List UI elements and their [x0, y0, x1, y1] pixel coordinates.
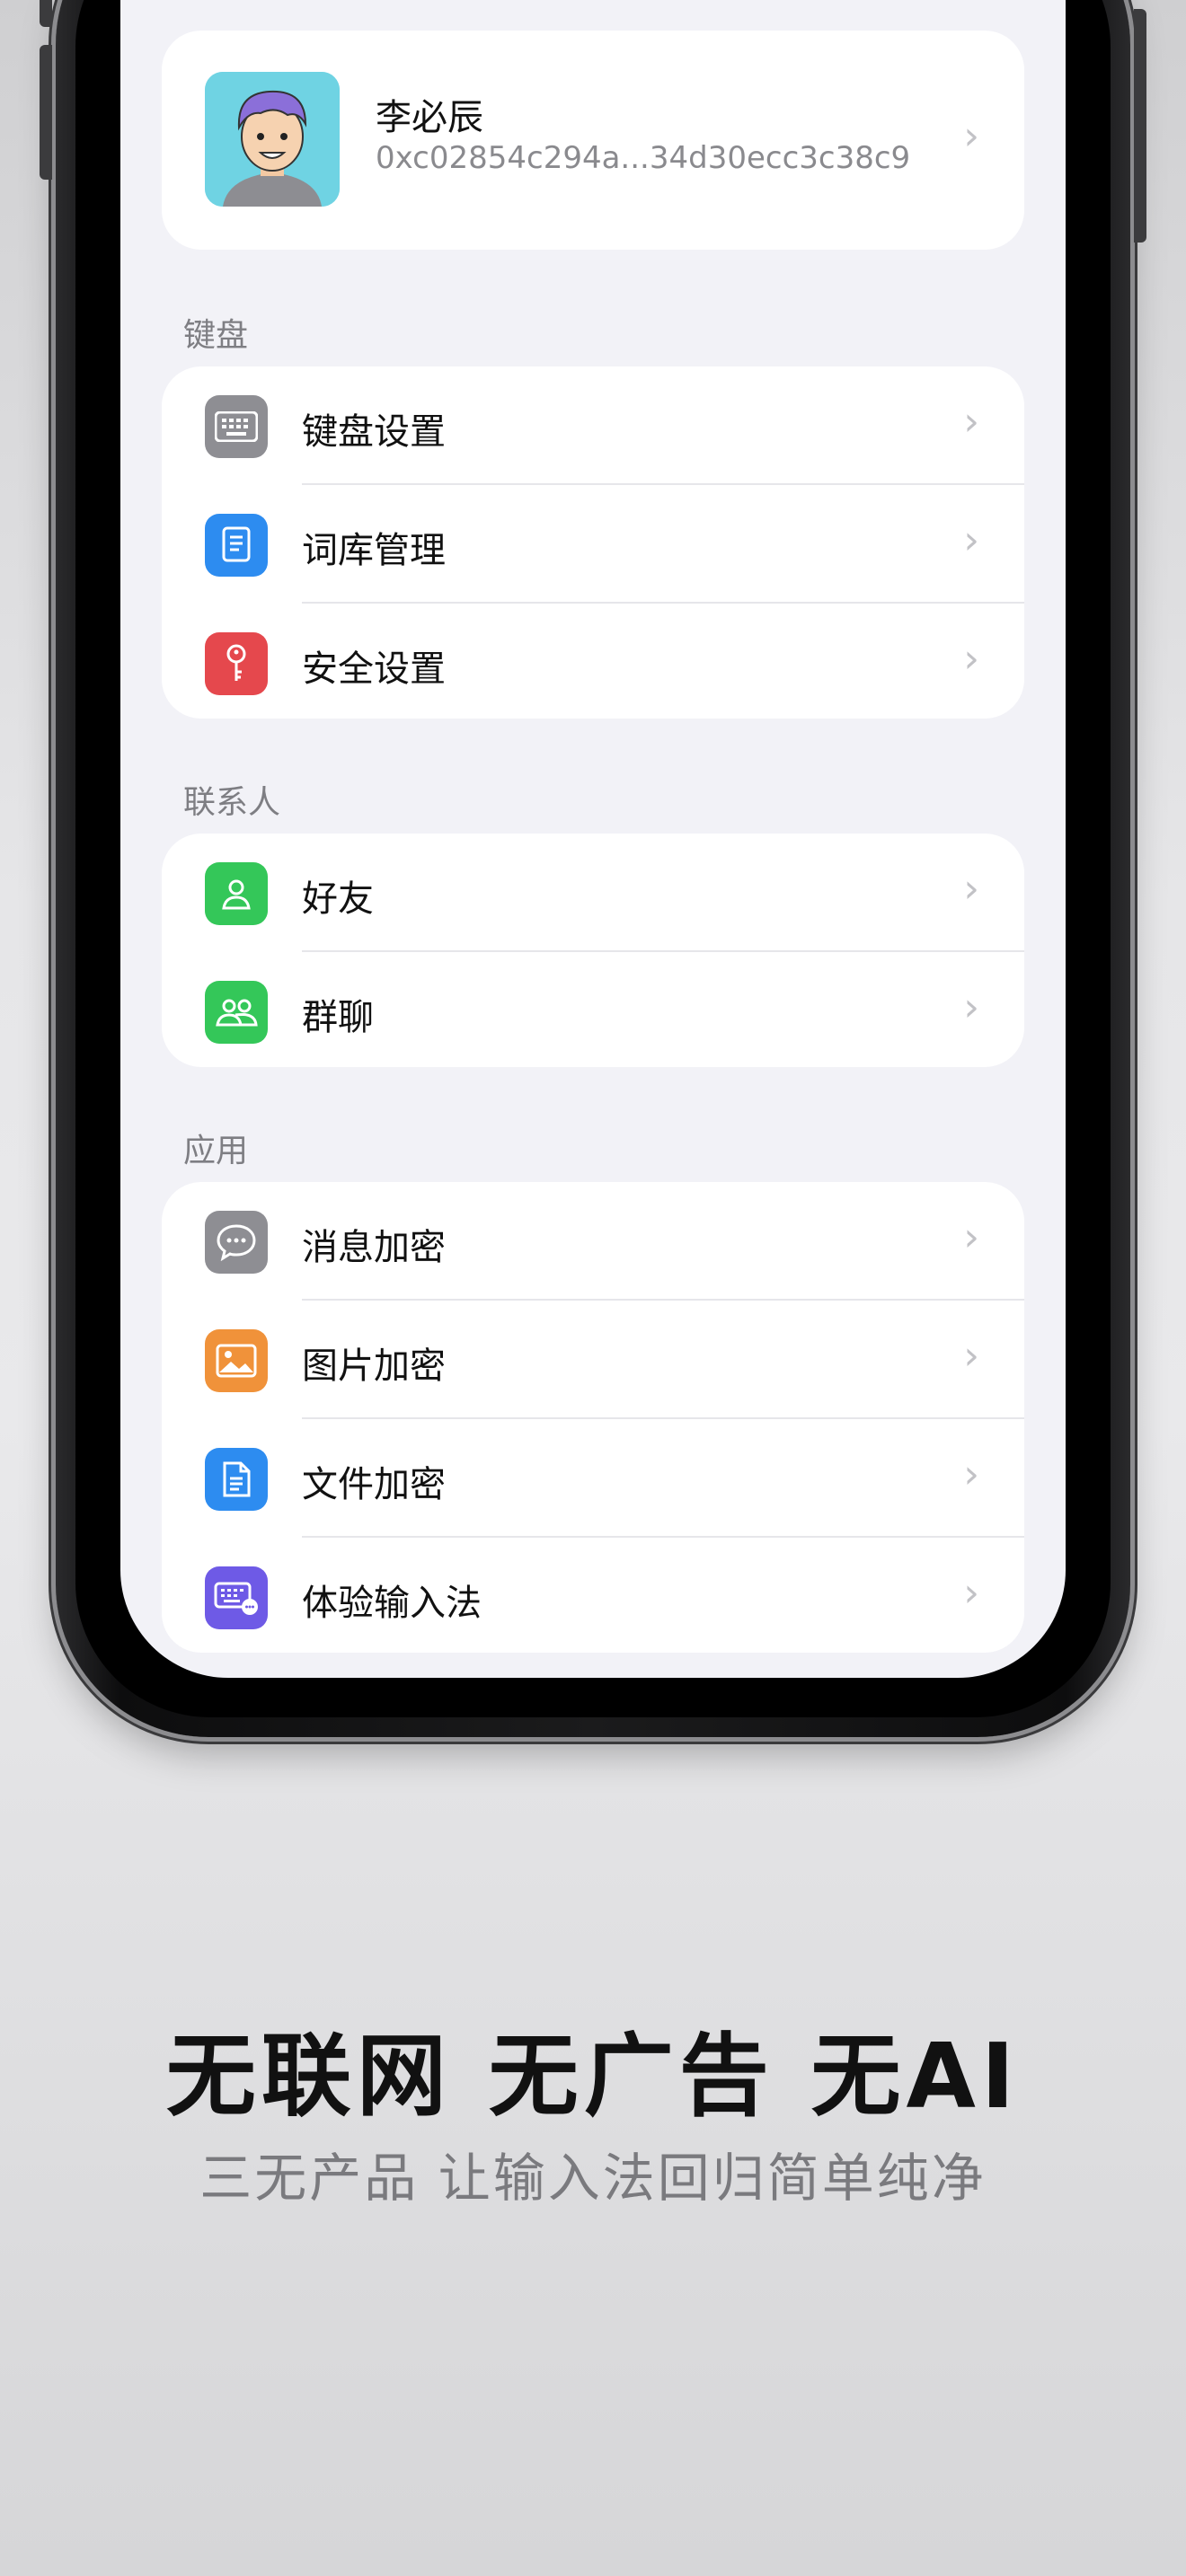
list-item-label: 消息加密 — [302, 1227, 446, 1268]
section-title-contacts: 联系人 — [183, 784, 281, 821]
key-icon — [205, 632, 268, 695]
list-item-label: 键盘设置 — [302, 411, 446, 453]
image-icon — [205, 1329, 268, 1392]
apps-section: 消息加密 › 图片加密 › 文件加密 › 体验输入法 › — [162, 1182, 1024, 1653]
chevron-right-icon: › — [963, 1333, 979, 1379]
message-icon — [205, 1211, 268, 1274]
keyboard-icon — [205, 395, 268, 458]
chevron-right-icon: › — [963, 866, 979, 912]
list-item-dictionary[interactable]: 词库管理 › — [162, 485, 1024, 604]
list-item-file-encryption[interactable]: 文件加密 › — [162, 1419, 1024, 1538]
section-title-apps: 应用 — [183, 1133, 249, 1169]
phone-screen: 李必辰 0xc02854c294a...34d30ecc3c38c9 › 键盘 … — [120, 0, 1066, 1678]
list-item-try-keyboard[interactable]: 体验输入法 › — [162, 1538, 1024, 1653]
chevron-right-icon: › — [963, 399, 979, 445]
list-item-keyboard-settings[interactable]: 键盘设置 › — [162, 366, 1024, 485]
list-item-label: 图片加密 — [302, 1345, 446, 1387]
group-icon — [205, 981, 268, 1044]
book-icon — [205, 514, 268, 577]
volume-button — [40, 45, 52, 180]
chevron-right-icon: › — [963, 1570, 979, 1616]
profile-card[interactable]: 李必辰 0xc02854c294a...34d30ecc3c38c9 › — [162, 31, 1024, 250]
keyboard-chat-icon — [205, 1566, 268, 1629]
list-item-label: 体验输入法 — [302, 1583, 482, 1624]
keyboard-section: 键盘设置 › 词库管理 › 安全设置 › — [162, 366, 1024, 719]
section-title-keyboard: 键盘 — [183, 317, 249, 354]
avatar — [205, 72, 340, 207]
list-item-label: 词库管理 — [302, 530, 446, 571]
list-item-label: 群聊 — [302, 997, 374, 1038]
power-button — [1134, 9, 1146, 243]
list-item-image-encryption[interactable]: 图片加密 › — [162, 1301, 1024, 1419]
chevron-right-icon: › — [963, 1451, 979, 1497]
chevron-right-icon: › — [963, 517, 979, 563]
chevron-right-icon: › — [963, 1214, 979, 1260]
chevron-right-icon: › — [963, 636, 979, 682]
list-item-friends[interactable]: 好友 › — [162, 834, 1024, 952]
wallet-address: 0xc02854c294a...34d30ecc3c38c9 — [376, 140, 911, 176]
mute-switch — [40, 0, 52, 27]
promo-subline: 三无产品 让输入法回归简单纯净 — [199, 2148, 987, 2209]
list-item-label: 好友 — [302, 878, 374, 920]
list-item-label: 安全设置 — [302, 648, 446, 690]
list-item-message-encryption[interactable]: 消息加密 › — [162, 1182, 1024, 1301]
profile-name: 李必辰 — [376, 97, 483, 138]
list-item-group-chat[interactable]: 群聊 › — [162, 952, 1024, 1067]
contacts-section: 好友 › 群聊 › — [162, 834, 1024, 1067]
document-icon — [205, 1448, 268, 1511]
person-icon — [205, 862, 268, 925]
chevron-right-icon: › — [963, 113, 979, 159]
chevron-right-icon: › — [963, 984, 979, 1030]
promo-headline: 无联网 无广告 无AI — [165, 2024, 1021, 2129]
list-item-label: 文件加密 — [302, 1464, 446, 1505]
list-item-security[interactable]: 安全设置 › — [162, 604, 1024, 719]
